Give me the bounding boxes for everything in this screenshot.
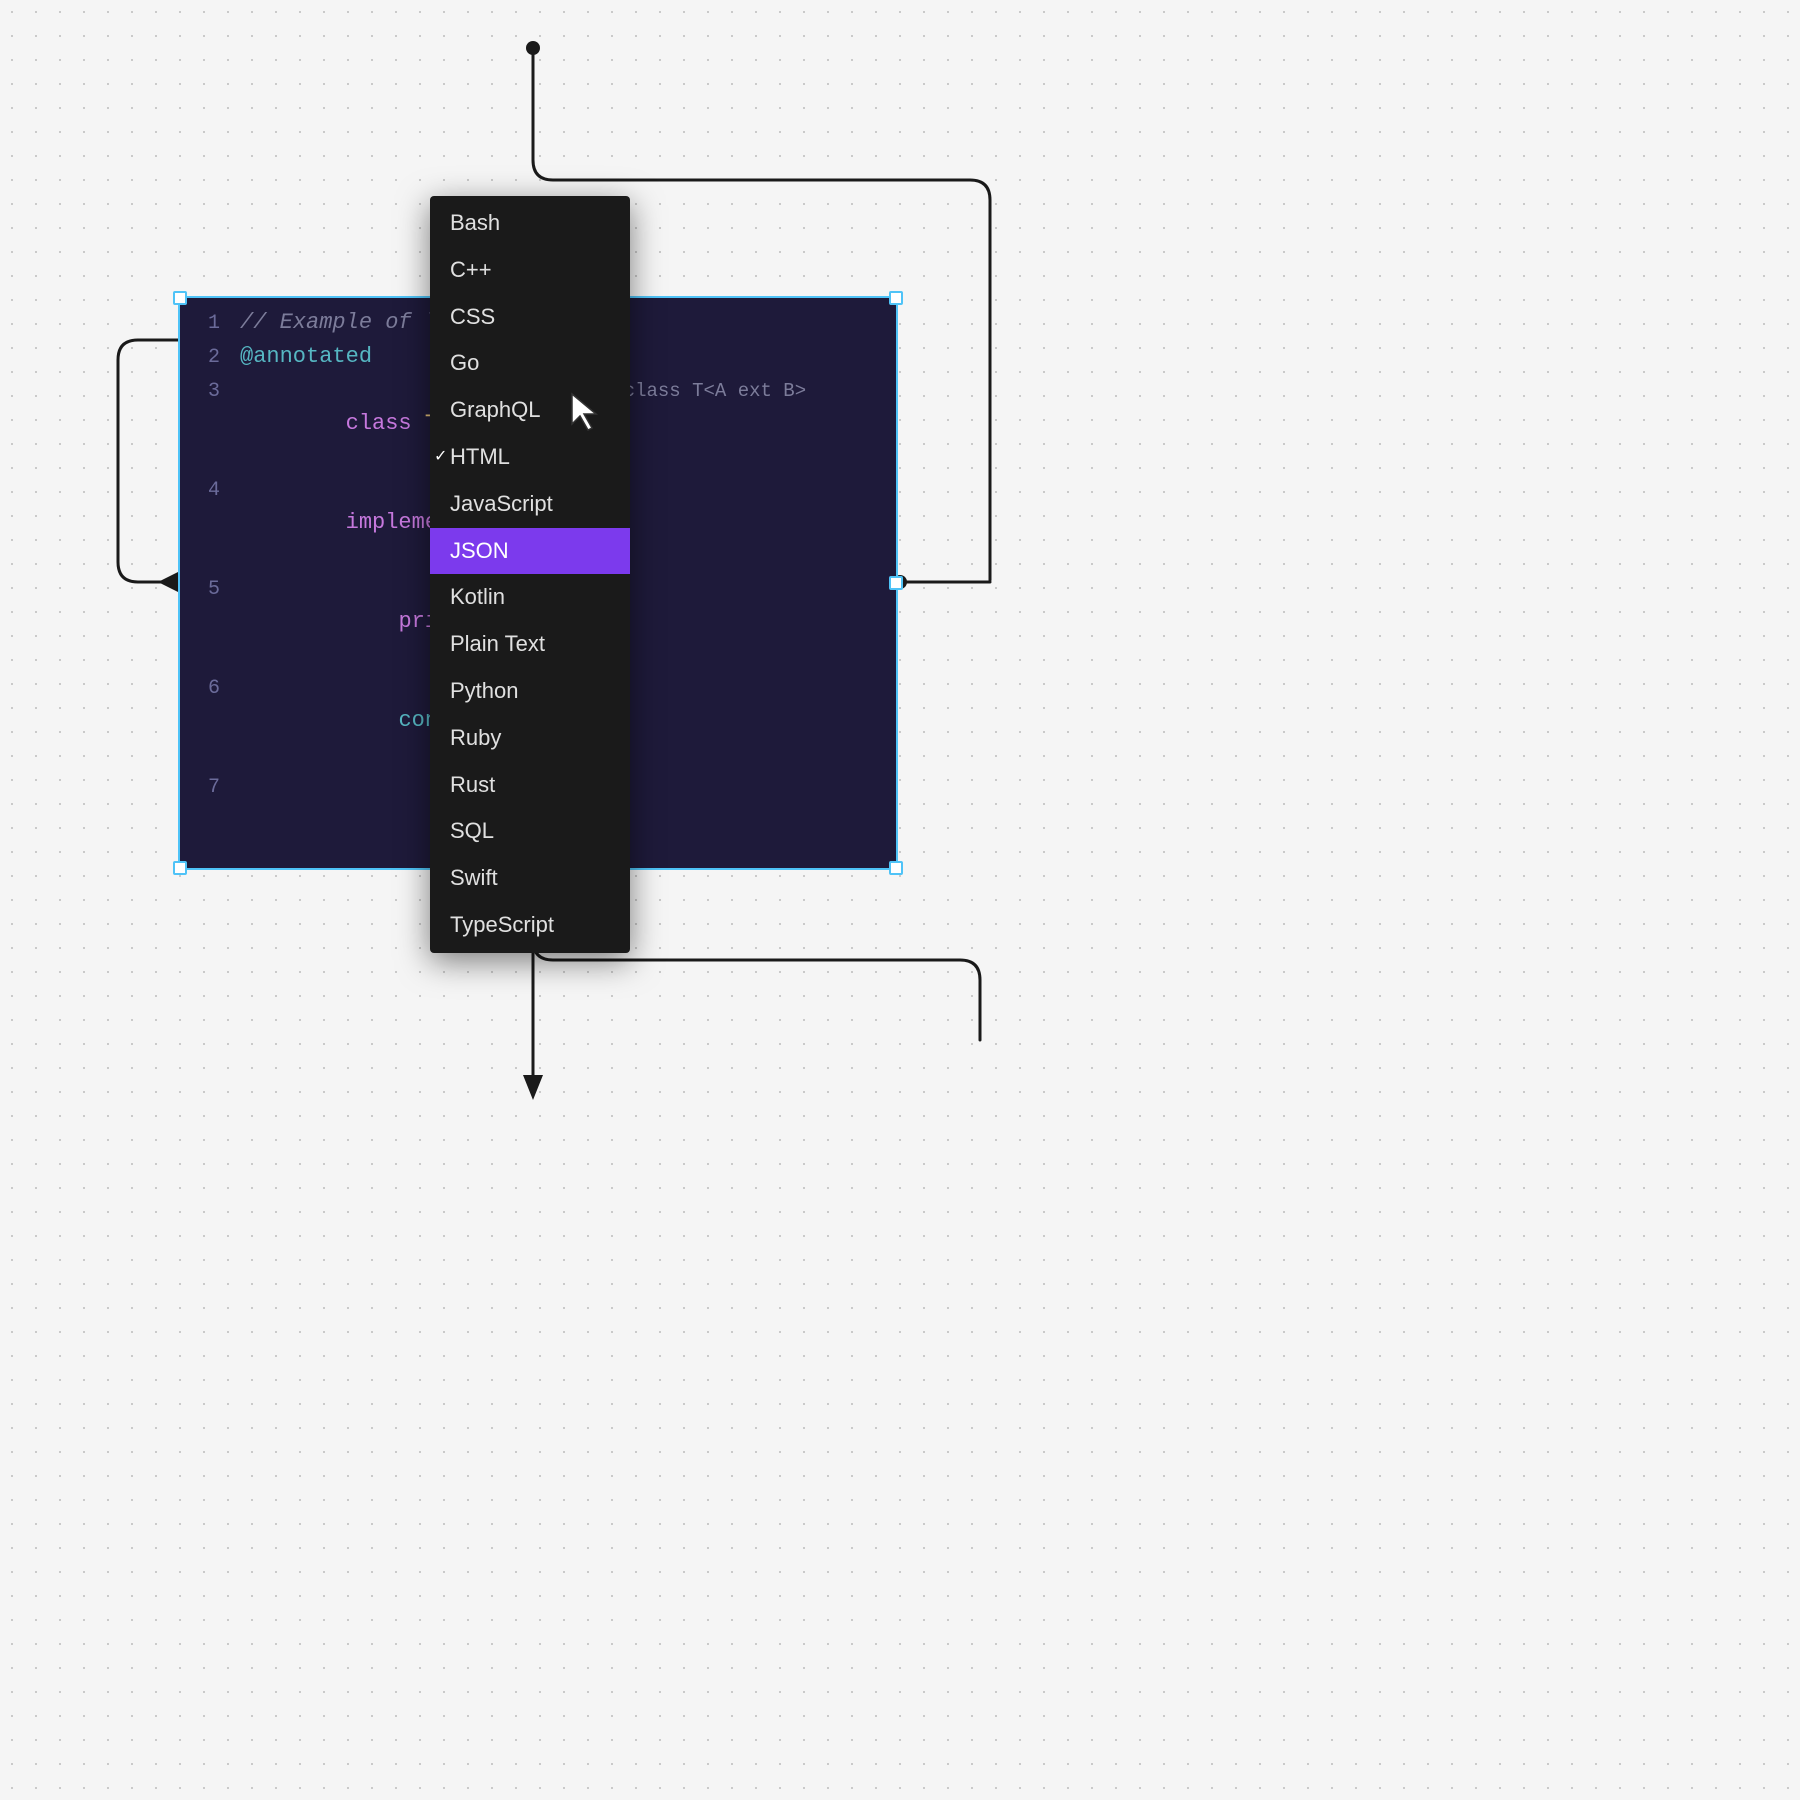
menu-item-rust[interactable]: Rust — [430, 762, 630, 809]
menu-item-css[interactable]: CSS — [430, 294, 630, 341]
menu-item-json[interactable]: JSON — [430, 528, 630, 575]
language-dropdown: Bash C++ CSS Go GraphQL ✓ HTML JavaScrip… — [430, 196, 630, 953]
menu-item-label: Go — [450, 348, 479, 379]
menu-item-label: SQL — [450, 816, 494, 847]
menu-item-graphql[interactable]: GraphQL — [430, 387, 630, 434]
menu-item-label: Bash — [450, 208, 500, 239]
menu-item-label: Kotlin — [450, 582, 505, 613]
menu-item-label: TypeScript — [450, 910, 554, 941]
menu-item-label: Ruby — [450, 723, 501, 754]
menu-item-ruby[interactable]: Ruby — [430, 715, 630, 762]
menu-item-label: Python — [450, 676, 519, 707]
menu-item-label: JSON — [450, 536, 509, 567]
menu-item-kotlin[interactable]: Kotlin — [430, 574, 630, 621]
menu-item-plaintext[interactable]: Plain Text — [430, 621, 630, 668]
menu-item-label: C++ — [450, 255, 492, 286]
menu-item-label: Rust — [450, 770, 495, 801]
handle-mr[interactable] — [889, 576, 903, 590]
menu-item-go[interactable]: Go — [430, 340, 630, 387]
check-icon: ✓ — [434, 446, 447, 468]
menu-item-javascript[interactable]: JavaScript — [430, 481, 630, 528]
handle-bl[interactable] — [173, 861, 187, 875]
menu-item-sql[interactable]: SQL — [430, 808, 630, 855]
menu-item-html[interactable]: ✓ HTML — [430, 434, 630, 481]
menu-item-label: Plain Text — [450, 629, 545, 660]
menu-item-swift[interactable]: Swift — [430, 855, 630, 902]
menu-item-python[interactable]: Python — [430, 668, 630, 715]
handle-tr[interactable] — [889, 291, 903, 305]
menu-item-label: CSS — [450, 302, 495, 333]
menu-item-typescript[interactable]: TypeScript — [430, 902, 630, 949]
menu-item-label: Swift — [450, 863, 498, 894]
menu-item-label: JavaScript — [450, 489, 553, 520]
menu-item-label: GraphQL — [450, 395, 541, 426]
handle-tl[interactable] — [173, 291, 187, 305]
handle-br[interactable] — [889, 861, 903, 875]
menu-item-bash[interactable]: Bash — [430, 200, 630, 247]
menu-item-label: HTML — [450, 442, 510, 473]
menu-item-cpp[interactable]: C++ — [430, 247, 630, 294]
